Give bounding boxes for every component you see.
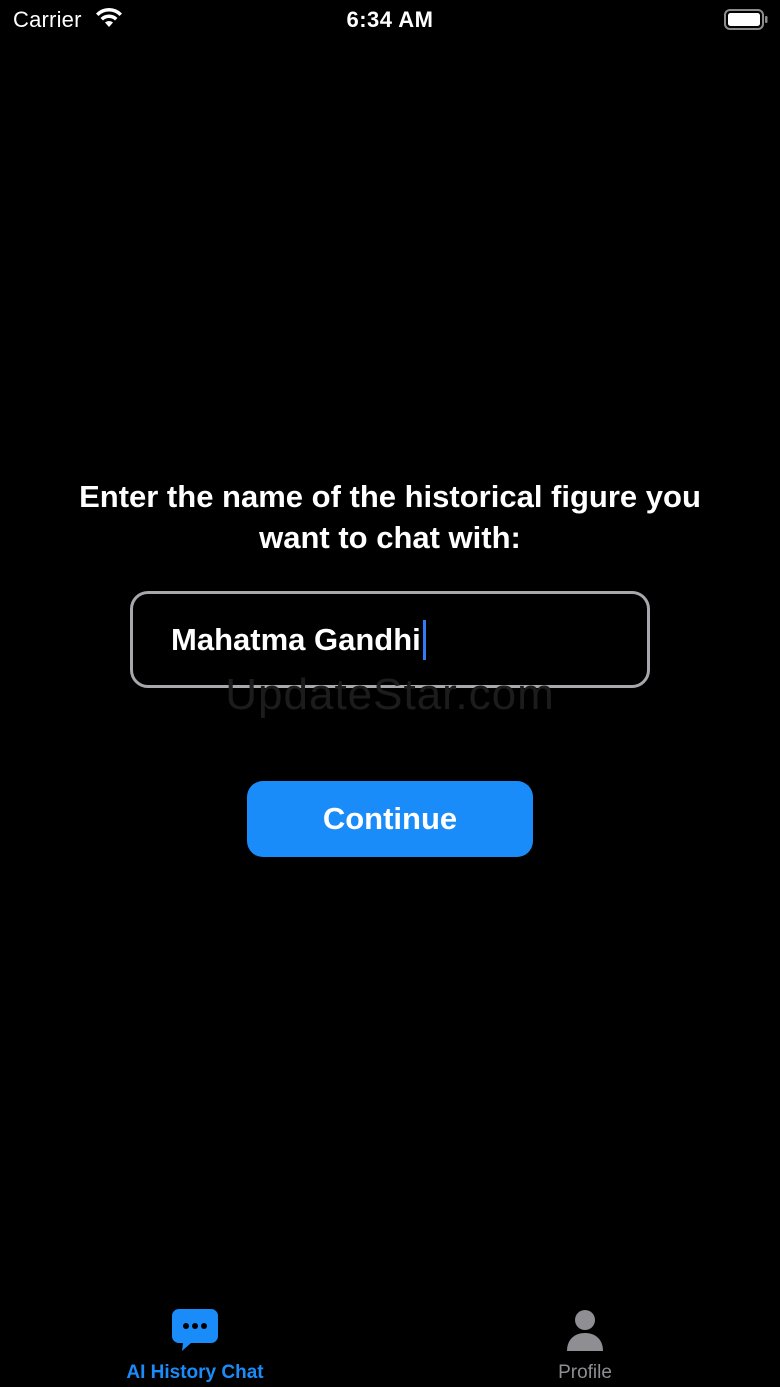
- continue-button[interactable]: Continue: [247, 781, 533, 857]
- figure-name-prompt: Enter the name of the historical figure …: [79, 479, 701, 555]
- battery-icon: [724, 9, 768, 30]
- tab-label-ai-history-chat: AI History Chat: [126, 1362, 264, 1383]
- text-caret: [422, 619, 426, 660]
- figure-name-value: Mahatma Gandhi: [171, 621, 421, 657]
- tab-profile[interactable]: Profile: [390, 1295, 780, 1387]
- person-icon: [561, 1307, 609, 1353]
- watermark: UpdateStar.com: [225, 670, 555, 719]
- tab-bar: AI History Chat Profile: [0, 1295, 780, 1387]
- app-screen: Carrier 6:34 AM Enter the name of the hi…: [0, 0, 780, 1387]
- status-bar: Carrier 6:34 AM: [0, 0, 780, 40]
- status-time: 6:34 AM: [346, 7, 434, 32]
- tab-label-profile: Profile: [558, 1362, 612, 1383]
- tab-ai-history-chat[interactable]: AI History Chat: [0, 1295, 390, 1387]
- chat-bubble-icon: [171, 1307, 219, 1353]
